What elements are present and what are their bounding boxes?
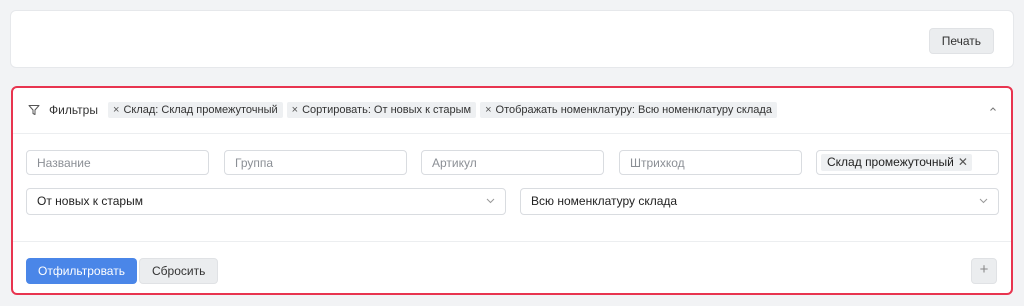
barcode-input[interactable] xyxy=(619,150,802,175)
apply-filter-button[interactable]: Отфильтровать xyxy=(26,258,137,284)
filters-title: Фильтры xyxy=(49,103,98,117)
chip-remove-icon[interactable]: × xyxy=(113,104,119,116)
warehouse-multiselect[interactable]: Склад промежуточный ✕ xyxy=(816,150,999,175)
chip-remove-icon[interactable]: × xyxy=(292,104,298,116)
toolbar-card: Печать xyxy=(10,10,1014,68)
filters-header[interactable]: Фильтры × Склад: Склад промежуточный × Сор… xyxy=(13,88,1011,134)
chevron-up-icon[interactable] xyxy=(989,105,997,113)
filter-chip-warehouse[interactable]: × Склад: Склад промежуточный xyxy=(108,102,283,118)
filters-panel: Фильтры × Склад: Склад промежуточный × Сор… xyxy=(11,86,1013,295)
nomenclature-select-value: Всю номенклатуру склада xyxy=(531,194,678,208)
warehouse-tag: Склад промежуточный ✕ xyxy=(821,154,972,171)
chevron-down-icon xyxy=(486,198,495,204)
chip-label: Сортировать: От новых к старым xyxy=(302,104,472,116)
warehouse-tag-label: Склад промежуточный xyxy=(827,155,954,169)
chip-label: Отображать номенклатуру: Всю номенклатур… xyxy=(495,104,772,116)
add-filter-button[interactable]: + xyxy=(971,258,997,284)
sort-select[interactable]: От новых к старым xyxy=(26,188,506,215)
print-button[interactable]: Печать xyxy=(928,28,994,54)
active-filter-chips: × Склад: Склад промежуточный × Сортировать… xyxy=(108,102,777,118)
divider xyxy=(13,241,1011,242)
filter-chip-sort[interactable]: × Сортировать: От новых к старым xyxy=(286,102,477,118)
filter-chip-nomenclature[interactable]: × Отображать номенклатуру: Всю номенклату… xyxy=(480,102,777,118)
article-input[interactable] xyxy=(421,150,604,175)
nomenclature-select[interactable]: Всю номенклатуру склада xyxy=(520,188,999,215)
name-input[interactable] xyxy=(26,150,209,175)
close-icon[interactable]: ✕ xyxy=(958,155,968,169)
reset-button[interactable]: Сбросить xyxy=(139,258,219,284)
funnel-icon xyxy=(28,105,40,115)
chip-label: Склад: Склад промежуточный xyxy=(123,104,278,116)
group-input[interactable] xyxy=(224,150,407,175)
chip-remove-icon[interactable]: × xyxy=(485,104,491,116)
chevron-down-icon xyxy=(979,198,988,204)
sort-select-value: От новых к старым xyxy=(37,194,143,208)
